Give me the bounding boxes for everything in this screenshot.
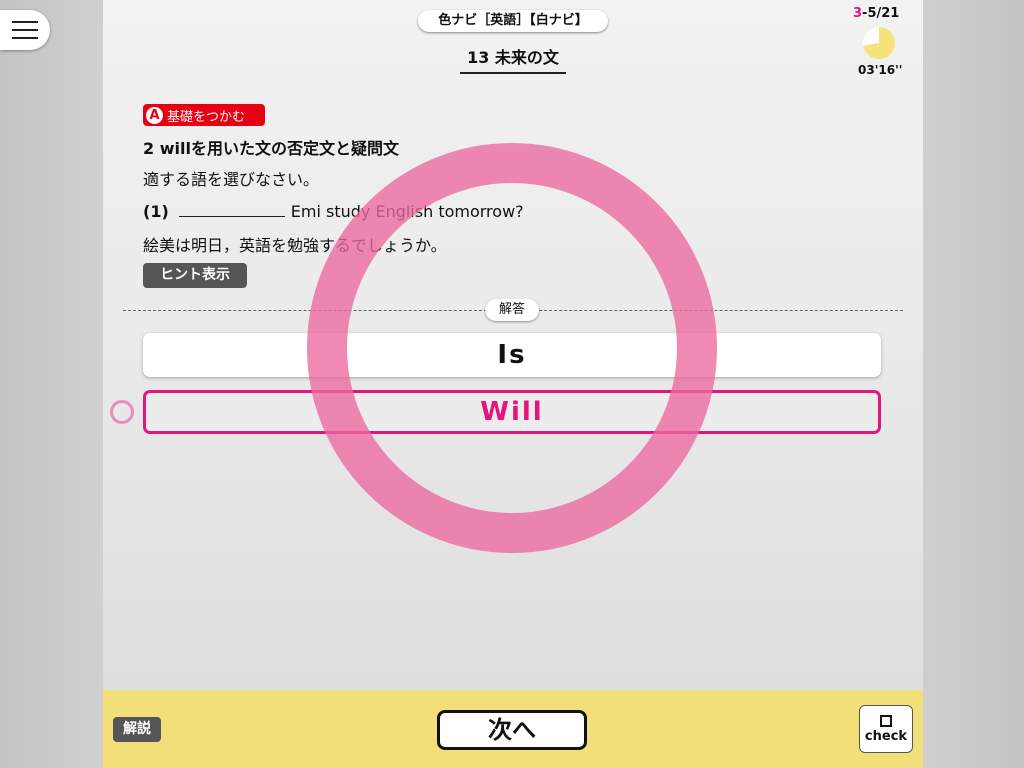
next-button[interactable]: 次へ (437, 710, 587, 750)
progress-count: 5/21 (867, 6, 900, 21)
left-margin (0, 0, 103, 768)
right-margin (923, 0, 1024, 768)
hint-button[interactable]: ヒント表示 (143, 263, 247, 288)
choice-will[interactable]: Will (143, 390, 881, 434)
section-letter: A (146, 106, 163, 124)
answer-blank (178, 202, 285, 217)
question-instruction: 適する語を選びなさい。 (143, 170, 320, 189)
book-title: 色ナビ［英語］【白ナビ】 (418, 10, 608, 32)
question-progress: 3-5/21 (853, 6, 899, 21)
check-label: check (864, 728, 908, 744)
answer-label: 解答 (485, 299, 539, 321)
question-translation: 絵美は明日，英語を勉強するでしょうか。 (143, 236, 447, 255)
check-button[interactable]: check (859, 705, 913, 753)
hamburger-icon-line (12, 37, 38, 39)
chapter-title: 13 未来の文 (460, 44, 566, 74)
choice-is[interactable]: Is (143, 333, 881, 377)
section-label: 基礎をつかむ (167, 109, 246, 125)
progress-section: 3 (853, 6, 863, 21)
menu-button[interactable] (0, 10, 50, 50)
question-sentence: Emi study English tomorrow? (290, 202, 524, 221)
selected-circle-icon (110, 400, 134, 424)
question-heading: 2 willを用いた文の否定文と疑問文 (143, 139, 399, 158)
question-sentence-line: (1) Emi study English tomorrow? (143, 202, 524, 221)
question-number: (1) (143, 202, 169, 221)
section-badge: A 基礎をつかむ (143, 104, 265, 126)
timer-pie-icon (863, 27, 895, 59)
hamburger-icon-line (12, 29, 38, 31)
timer: 03'16'' (858, 63, 903, 77)
hamburger-icon (12, 21, 38, 23)
checkbox-icon (880, 714, 892, 727)
explanation-button[interactable]: 解説 (113, 717, 161, 742)
